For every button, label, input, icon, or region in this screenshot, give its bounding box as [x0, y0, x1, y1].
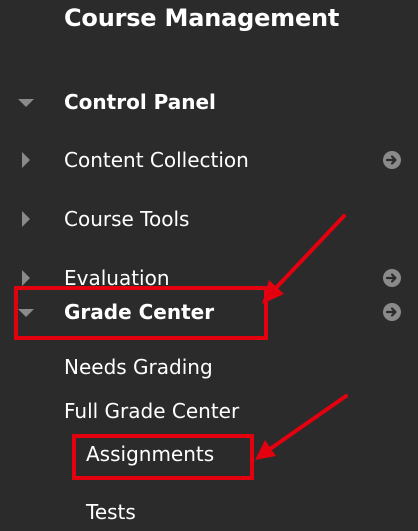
sub-item-tests[interactable]: Tests	[86, 498, 136, 526]
circle-arrow-right-icon[interactable]	[382, 302, 402, 322]
triangle-right-icon[interactable]	[16, 199, 52, 239]
grade-center-highlight	[14, 286, 268, 340]
arrow-pointing-assignments	[255, 394, 348, 460]
sub-item-needs-grading[interactable]: Needs Grading	[64, 353, 213, 381]
nav-item-control-panel[interactable]: Control Panel	[0, 82, 418, 122]
nav-item-content-collection[interactable]: Content Collection	[0, 140, 418, 180]
nav-label-course-tools: Course Tools	[64, 207, 190, 231]
circle-arrow-right-icon[interactable]	[382, 268, 402, 288]
course-management-panel: Course Management Control Panel Content …	[0, 0, 418, 531]
assignments-highlight	[72, 434, 254, 480]
course-management-title: Course Management	[64, 4, 340, 32]
nav-label-content-collection: Content Collection	[64, 148, 249, 172]
triangle-right-icon[interactable]	[16, 140, 52, 180]
circle-arrow-right-icon[interactable]	[382, 150, 402, 170]
nav-label-control-panel: Control Panel	[64, 90, 216, 114]
nav-item-course-tools[interactable]: Course Tools	[0, 199, 418, 239]
triangle-down-icon[interactable]	[16, 82, 52, 122]
sub-item-full-grade-center[interactable]: Full Grade Center	[64, 397, 239, 425]
